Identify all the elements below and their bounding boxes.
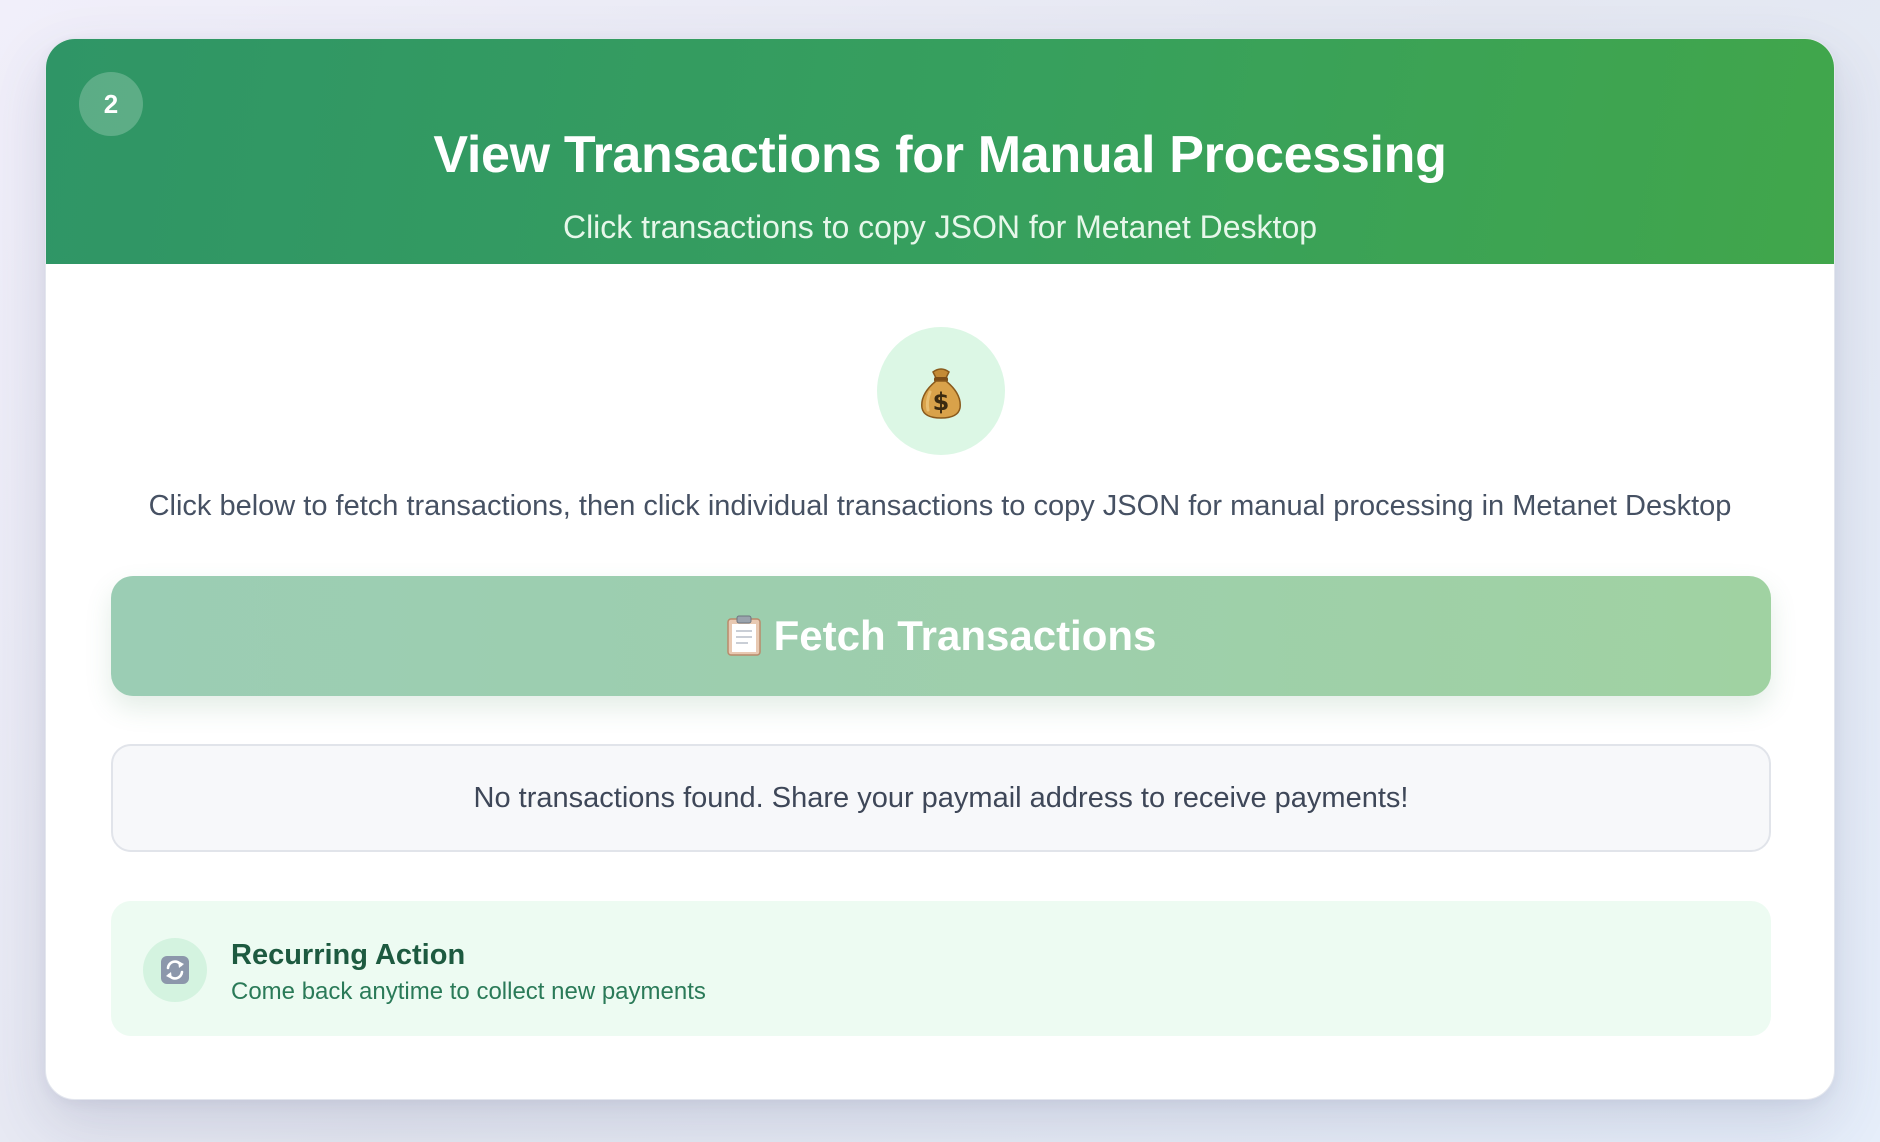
fetch-transactions-button[interactable]: Fetch Transactions bbox=[111, 576, 1771, 696]
refresh-icon bbox=[161, 956, 189, 984]
recurring-icon-circle bbox=[143, 938, 207, 1002]
fetch-transactions-label: Fetch Transactions bbox=[773, 612, 1157, 659]
empty-transactions-state: No transactions found. Share your paymai… bbox=[111, 744, 1771, 852]
page-title: View Transactions for Manual Processing bbox=[433, 126, 1447, 184]
hero-icon-circle: $ bbox=[877, 327, 1005, 455]
recurring-action-panel: Recurring Action Come back anytime to co… bbox=[111, 901, 1771, 1036]
svg-text:$: $ bbox=[933, 388, 950, 416]
empty-state-message: No transactions found. Share your paymai… bbox=[473, 781, 1409, 814]
card-header: 2 View Transactions for Manual Processin… bbox=[46, 39, 1834, 264]
step-card: 2 View Transactions for Manual Processin… bbox=[45, 38, 1835, 1100]
page-subtitle: Click transactions to copy JSON for Meta… bbox=[562, 209, 1318, 245]
instructions-text: Click below to fetch transactions, then … bbox=[148, 490, 1732, 522]
recurring-action-title: Recurring Action bbox=[231, 939, 466, 971]
clipboard-icon bbox=[726, 615, 761, 656]
recurring-action-subtitle: Come back anytime to collect new payment… bbox=[231, 978, 706, 1005]
money-bag-icon: $ bbox=[921, 368, 961, 419]
